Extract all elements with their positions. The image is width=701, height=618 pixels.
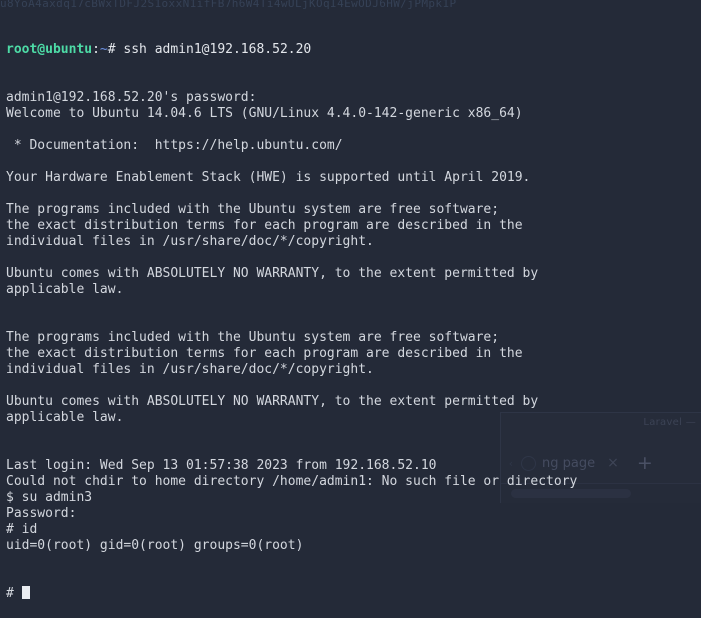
final-prompt-sigil: # [6, 586, 22, 601]
terminal-line: Password: [6, 506, 77, 521]
terminal-output[interactable]: root@ubuntu:~# ssh admin1@192.168.52.20 … [0, 0, 701, 601]
terminal-line: Ubuntu comes with ABSOLUTELY NO WARRANTY… [6, 394, 539, 409]
terminal-line: the exact distribution terms for each pr… [6, 218, 523, 233]
terminal-final-prompt-line: # [6, 586, 701, 602]
terminal-line: # id [6, 522, 38, 537]
terminal-line: individual files in /usr/share/doc/*/cop… [6, 234, 374, 249]
text-cursor [21, 586, 30, 599]
terminal-line: * Documentation: https://help.ubuntu.com… [6, 138, 343, 153]
terminal-line-container: admin1@192.168.52.20's password: Welcome … [6, 90, 701, 554]
terminal-line: individual files in /usr/share/doc/*/cop… [6, 362, 374, 377]
prompt-user-host: root@ubuntu [6, 42, 93, 57]
terminal-line: uid=0(root) gid=0(root) groups=0(root) [6, 538, 304, 553]
terminal-line: applicable law. [6, 282, 124, 297]
terminal-line: The programs included with the Ubuntu sy… [6, 330, 500, 345]
terminal-line: Your Hardware Enablement Stack (HWE) is … [6, 170, 531, 185]
prompt-colon: : [92, 42, 100, 57]
terminal-line: admin1@192.168.52.20's password: [6, 90, 257, 105]
terminal-line: Last login: Wed Sep 13 01:57:38 2023 fro… [6, 458, 437, 473]
terminal-line: Welcome to Ubuntu 14.04.6 LTS (GNU/Linux… [6, 106, 523, 121]
terminal-line: Ubuntu comes with ABSOLUTELY NO WARRANTY… [6, 266, 539, 281]
terminal-prompt-line: root@ubuntu:~# ssh admin1@192.168.52.20 [6, 42, 701, 58]
prompt-sigil: # [107, 42, 124, 57]
prompt-command: ssh admin1@192.168.52.20 [123, 42, 312, 57]
terminal-line: $ su admin3 [6, 490, 93, 505]
terminal-line: Could not chdir to home directory /home/… [6, 474, 578, 489]
prompt-path: ~ [99, 42, 108, 57]
terminal-line: The programs included with the Ubuntu sy… [6, 202, 500, 217]
terminal-line: the exact distribution terms for each pr… [6, 346, 523, 361]
terminal-line: applicable law. [6, 410, 124, 425]
